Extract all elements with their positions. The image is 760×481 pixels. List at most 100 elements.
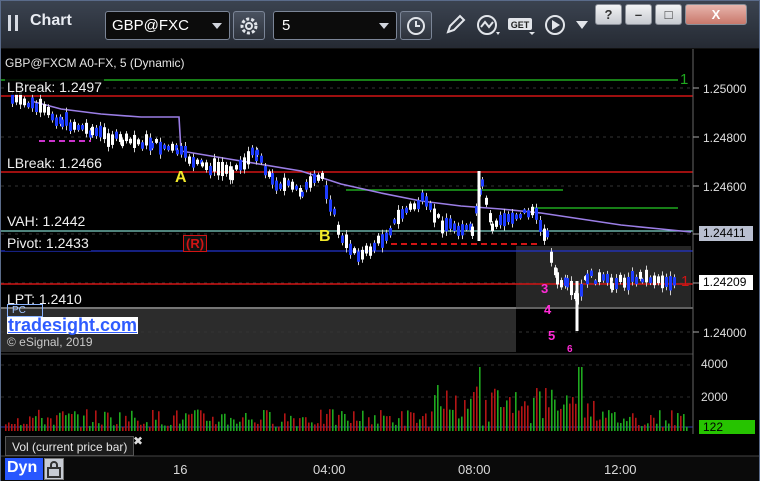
- volume-bar: [281, 421, 283, 431]
- volume-bar: [272, 423, 274, 431]
- volume-bar: [206, 420, 208, 431]
- chart-title: GBP@FXCM A0-FX, 5 (Dynamic): [5, 56, 185, 70]
- candle-body: [47, 106, 50, 116]
- volume-bar: [512, 412, 514, 431]
- minimize-button[interactable]: –: [625, 4, 652, 25]
- volume-bar: [128, 421, 130, 431]
- candle-body: [209, 165, 212, 176]
- volume-bar: [329, 409, 331, 431]
- last-price-tag: 1.24209: [699, 275, 753, 290]
- volume-bar: [443, 408, 445, 431]
- volume-bar: [641, 426, 643, 431]
- volume-bar: [659, 410, 661, 431]
- candle-body: [163, 144, 166, 149]
- volume-bar: [683, 414, 685, 431]
- get-button[interactable]: GET: [507, 12, 537, 38]
- candle-body: [590, 270, 593, 277]
- time-tick: 12:00: [604, 462, 637, 477]
- candle-body: [485, 197, 488, 205]
- volume-bar: [665, 420, 667, 431]
- volume-bar: [254, 422, 256, 431]
- candle-body: [256, 149, 259, 156]
- study-button[interactable]: [475, 12, 503, 38]
- volume-bar: [368, 417, 370, 431]
- volume-bar: [170, 424, 172, 431]
- candle-body: [85, 122, 88, 134]
- volume-bar: [221, 414, 223, 431]
- volume-bar: [293, 418, 295, 431]
- close-button[interactable]: X: [685, 4, 747, 25]
- candle-body: [385, 232, 388, 241]
- volume-bar: [119, 412, 121, 431]
- volume-bar: [308, 422, 310, 431]
- candle-body: [73, 121, 76, 130]
- volume-bar: [392, 422, 394, 431]
- volume-bar: [455, 395, 457, 431]
- volume-bar: [377, 423, 379, 431]
- toolbar: Chart GBP@FXC 5 GET ? – □ X: [1, 1, 759, 49]
- volume-bar: [287, 421, 289, 431]
- volume-last-tag: 122: [699, 420, 755, 434]
- candle-body: [539, 220, 542, 232]
- volume-bar: [686, 426, 688, 431]
- volume-bar: [503, 407, 505, 431]
- volume-bar: [509, 397, 511, 431]
- candle-body: [260, 155, 263, 163]
- volume-bar: [50, 418, 52, 431]
- volume-bar: [98, 423, 100, 431]
- vwap-line: [30, 100, 692, 233]
- volume-bar: [506, 400, 508, 431]
- volume-bar: [485, 399, 487, 431]
- volume-bar: [65, 415, 67, 431]
- candle-body: [221, 161, 224, 177]
- more-button[interactable]: [571, 12, 593, 38]
- candle-body: [99, 125, 102, 138]
- candle-body: [453, 223, 456, 232]
- interval-input[interactable]: 5: [273, 11, 397, 40]
- volume-study-label[interactable]: Vol (current price bar): [5, 436, 135, 456]
- settings-button[interactable]: [233, 11, 265, 40]
- volume-bar: [662, 426, 664, 431]
- volume-bar: [602, 411, 604, 431]
- price-axis-label: 1.24600: [703, 180, 747, 194]
- brand-logo[interactable]: tradesight.com: [7, 316, 139, 334]
- volume-bar: [317, 423, 319, 431]
- volume-bar: [596, 420, 598, 431]
- volume-bar: [629, 416, 631, 431]
- price-chart[interactable]: 1.250001.248001.246001.244001.242001.240…: [1, 49, 759, 481]
- volume-bar: [305, 417, 307, 431]
- candle-body: [531, 206, 534, 216]
- volume-bar: [164, 425, 166, 431]
- candle-body: [657, 276, 660, 284]
- lock-button[interactable]: [44, 458, 64, 480]
- chevron-down-icon[interactable]: [379, 23, 389, 29]
- candle-body: [243, 157, 246, 170]
- volume-bar: [383, 415, 385, 431]
- clock-icon: [407, 16, 425, 35]
- volume-bar: [218, 421, 220, 431]
- draw-tool-button[interactable]: [441, 12, 469, 38]
- time-button[interactable]: [400, 11, 432, 40]
- volume-bar: [143, 423, 145, 431]
- candle-body: [373, 242, 376, 251]
- help-button[interactable]: ?: [595, 4, 622, 25]
- maximize-button[interactable]: □: [655, 4, 682, 25]
- candle-body: [481, 179, 484, 187]
- volume-bar: [626, 421, 628, 431]
- volume-bar: [35, 416, 37, 431]
- volume-bar: [17, 418, 19, 431]
- candle-body: [23, 98, 26, 106]
- dynamic-mode-button[interactable]: Dyn: [5, 458, 43, 480]
- candle-body: [461, 224, 464, 236]
- volume-bar: [257, 423, 259, 431]
- volume-bar: [470, 398, 472, 431]
- close-icon[interactable]: ✖: [133, 434, 143, 448]
- volume-bar: [344, 413, 346, 431]
- volume-bar: [269, 412, 271, 431]
- volume-bar: [83, 415, 85, 431]
- symbol-input[interactable]: GBP@FXC: [105, 11, 230, 40]
- play-button[interactable]: [541, 12, 569, 38]
- chevron-down-icon[interactable]: [212, 23, 222, 29]
- volume-bar: [209, 420, 211, 431]
- volume-bar: [554, 399, 556, 431]
